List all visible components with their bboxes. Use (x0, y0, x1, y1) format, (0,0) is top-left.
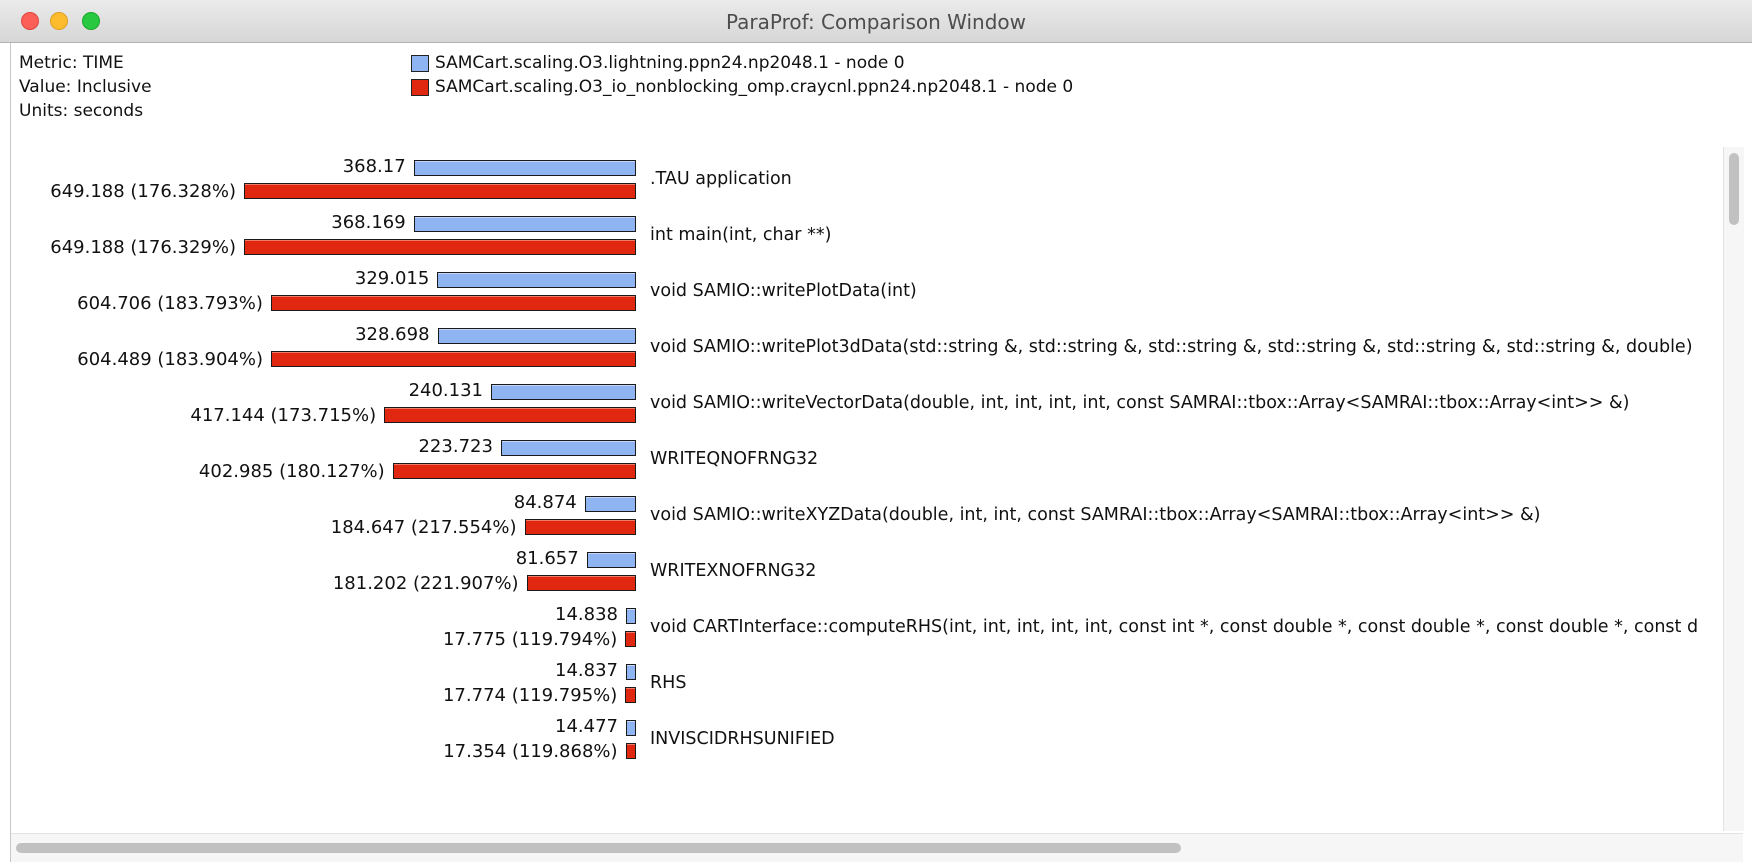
value-label-series-1: 368.169 (331, 212, 406, 233)
bar-series-2[interactable] (244, 183, 636, 199)
value-label-series-1: 368.17 (342, 156, 406, 177)
function-name-label: RHS (650, 673, 687, 693)
function-name-label: void SAMIO::writePlotData(int) (650, 281, 917, 301)
units-label: Units: seconds (19, 101, 144, 121)
bar-series-2[interactable] (625, 631, 636, 647)
legend-swatch-series-2 (411, 78, 429, 96)
value-label-series-1: 14.837 (555, 660, 618, 681)
bar-series-2[interactable] (244, 239, 636, 255)
value-label: Value: Inclusive (19, 77, 152, 97)
metric-label: Metric: TIME (19, 53, 124, 73)
legend-entry-series-2: SAMCart.scaling.O3_io_nonblocking_omp.cr… (411, 75, 1073, 99)
bar-series-1[interactable] (626, 664, 636, 680)
function-name-label: void CARTInterface::computeRHS(int, int,… (650, 617, 1699, 637)
bar-series-1[interactable] (626, 720, 636, 736)
value-label-series-1: 329.015 (354, 268, 430, 289)
bar-series-1[interactable] (626, 608, 636, 624)
bar-series-2[interactable] (524, 519, 636, 535)
value-label-series-2: 649.188 (176.329%) (50, 237, 236, 258)
function-row[interactable]: 14.837 17.774 (119.795%) RHS (11, 659, 1723, 715)
value-label-series-2: 17.774 (119.795%) (442, 685, 618, 706)
legend-label-series-2: SAMCart.scaling.O3_io_nonblocking_omp.cr… (435, 77, 1074, 97)
bar-series-1[interactable] (437, 272, 636, 288)
legend-entry-series-1: SAMCart.scaling.O3.lightning.ppn24.np204… (411, 51, 1073, 75)
bar-series-1[interactable] (437, 328, 636, 344)
bar-series-2[interactable] (392, 463, 636, 479)
bar-series-1[interactable] (413, 160, 636, 176)
comparison-window: ParaProf: Comparison Window Metric: TIME… (0, 0, 1752, 862)
function-name-label: WRITEQNOFRNG32 (650, 449, 819, 469)
legend-label-series-1: SAMCart.scaling.O3.lightning.ppn24.np204… (435, 53, 905, 73)
function-row[interactable]: 14.838 17.775 (119.794%) void CARTInterfac… (11, 603, 1723, 659)
value-label-series-1: 81.657 (515, 548, 579, 569)
bar-series-2[interactable] (270, 295, 636, 311)
bar-series-1[interactable] (491, 384, 636, 400)
value-label-series-2: 181.202 (221.907%) (332, 573, 519, 594)
title-bar[interactable]: ParaProf: Comparison Window (0, 0, 1752, 43)
bar-series-2[interactable] (625, 743, 636, 759)
value-label-series-2: 17.775 (119.794%) (442, 629, 618, 650)
function-row[interactable]: 368.169 649.188 (176.329%) int main(int, c… (11, 211, 1723, 267)
bar-series-2[interactable] (526, 575, 636, 591)
bar-series-1[interactable] (413, 216, 636, 232)
value-label-series-2: 417.144 (173.715%) (190, 405, 377, 426)
value-label-series-2: 17.354 (119.868%) (443, 741, 618, 762)
value-label-series-1: 84.874 (513, 492, 577, 513)
function-row[interactable]: 84.874184.647 (217.554%) void SAMIO::writ… (11, 491, 1723, 547)
function-name-label: void SAMIO::writeVectorData(double, int,… (650, 393, 1630, 413)
bar-series-2[interactable] (384, 407, 636, 423)
function-name-label: INVISCIDRHSUNIFIED (650, 729, 835, 749)
function-name-label: .TAU application (650, 169, 792, 189)
vertical-scrollbar-thumb[interactable] (1729, 153, 1739, 225)
value-label-series-1: 223.723 (418, 436, 493, 457)
window-content: Metric: TIME Value: Inclusive Units: sec… (10, 43, 1752, 862)
bar-series-1[interactable] (586, 552, 636, 568)
legend: SAMCart.scaling.O3.lightning.ppn24.np204… (411, 51, 1073, 99)
value-label-series-2: 184.647 (217.554%) (330, 517, 517, 538)
value-label-series-1: 328.698 (355, 324, 430, 345)
vertical-scrollbar[interactable] (1723, 147, 1744, 831)
function-row[interactable]: 81.657 181.202 (221.907%) WRITEXNOFRNG32 (11, 547, 1723, 603)
bar-series-2[interactable] (625, 687, 636, 703)
value-label-series-2: 649.188 (176.328%) (50, 181, 236, 202)
value-label-series-2: 402.985 (180.127%) (198, 461, 385, 482)
metric-info: Metric: TIME Value: Inclusive Units: sec… (19, 51, 152, 123)
function-row[interactable]: 329.015604.706 (183.793%) void SAMIO::wri… (11, 267, 1723, 323)
bar-series-1[interactable] (500, 440, 636, 456)
function-row[interactable]: 14.477 17.354 (119.868%) INVISCIDRHSUNIFIE… (11, 715, 1723, 771)
function-row[interactable]: 328.698604.489 (183.904%) void SAMIO::wri… (11, 323, 1723, 379)
function-row[interactable]: 368.17 649.188 (176.328%) .TAU application (11, 155, 1723, 211)
legend-swatch-series-1 (411, 54, 429, 72)
comparison-bar-chart[interactable]: 368.17 649.188 (176.328%) .TAU application… (11, 147, 1723, 831)
function-row[interactable]: 223.723 402.985 (180.127%) WRITEQNOFRNG32 (11, 435, 1723, 491)
function-row[interactable]: 240.131417.144 (173.715%) void SAMIO::wri… (11, 379, 1723, 435)
horizontal-scrollbar[interactable] (11, 833, 1743, 862)
value-label-series-2: 604.706 (183.793%) (77, 293, 263, 314)
function-name-label: int main(int, char **) (650, 225, 832, 245)
function-name-label: void SAMIO::writePlot3dData(std::string … (650, 337, 1693, 357)
window-title: ParaProf: Comparison Window (725, 10, 1026, 34)
function-name-label: WRITEXNOFRNG32 (650, 561, 817, 581)
value-label-series-1: 14.838 (555, 604, 618, 625)
bar-series-2[interactable] (270, 351, 636, 367)
horizontal-scrollbar-thumb[interactable] (16, 843, 1181, 853)
bar-series-1[interactable] (584, 496, 636, 512)
value-label-series-1: 14.477 (555, 716, 618, 737)
value-label-series-2: 604.489 (183.904%) (77, 349, 263, 370)
function-name-label: void SAMIO::writeXYZData(double, int, in… (650, 505, 1541, 525)
value-label-series-1: 240.131 (408, 380, 484, 401)
